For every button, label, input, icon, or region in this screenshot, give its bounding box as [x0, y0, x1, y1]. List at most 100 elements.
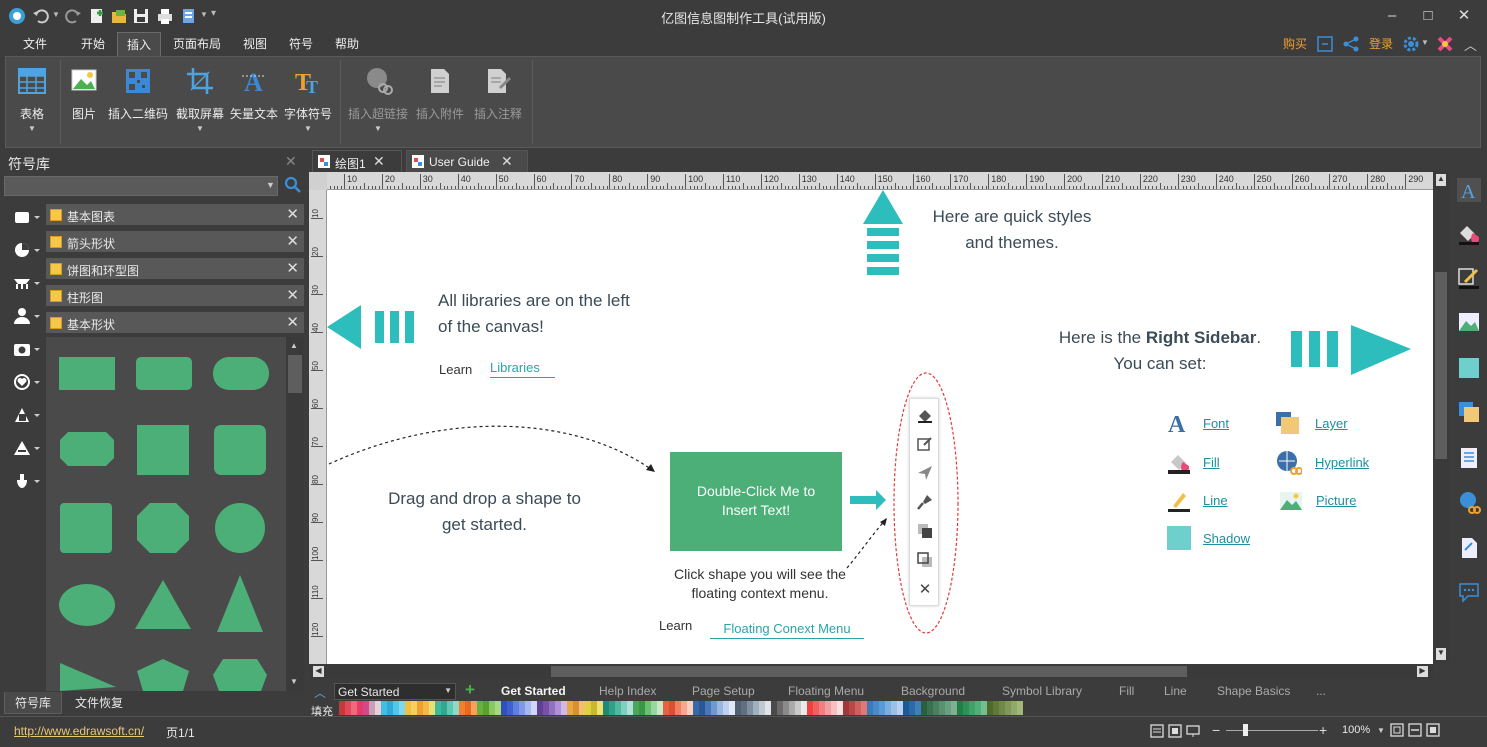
page-tab-symbol-library[interactable]: Symbol Library — [1002, 684, 1082, 698]
add-page-icon[interactable]: + — [465, 680, 475, 700]
share-icon[interactable] — [1342, 35, 1360, 53]
fit-width-icon[interactable] — [1408, 723, 1422, 737]
shape-gallery-scrollbar[interactable]: ▲ ▼ — [286, 337, 304, 691]
insert-table-button[interactable]: 表格 ▼ — [12, 62, 52, 142]
sidebar-page-icon[interactable] — [1457, 446, 1481, 470]
collapse-pages-icon[interactable]: ︿ — [314, 684, 326, 701]
close-category-icon[interactable]: ✕ — [286, 259, 299, 277]
insert-hyperlink-button[interactable]: 插入超链接 ▼ — [346, 62, 410, 142]
menu-symbol[interactable]: 符号 — [282, 32, 320, 56]
menu-view[interactable]: 视图 — [236, 32, 274, 56]
sidebar-comment-icon[interactable] — [1457, 580, 1481, 604]
feedback-icon[interactable] — [1316, 35, 1334, 53]
send-back-icon[interactable] — [917, 552, 933, 568]
menu-start[interactable]: 开始 — [72, 32, 114, 56]
doc-tab-drawing1[interactable]: 绘图1 ✕ — [312, 150, 402, 172]
delete-x-icon[interactable]: ✕ — [917, 582, 933, 598]
category-arrows-icon[interactable] — [10, 272, 44, 294]
minimize-button[interactable]: – — [1381, 6, 1403, 26]
scroll-down-icon[interactable]: ▼ — [1436, 648, 1446, 660]
close-category-icon[interactable]: ✕ — [286, 232, 299, 250]
line-style-icon[interactable] — [917, 436, 933, 452]
website-link[interactable]: http://www.edrawsoft.cn/ — [14, 724, 144, 738]
page-tab-page-setup[interactable]: Page Setup — [692, 684, 755, 698]
menu-help[interactable]: 帮助 — [328, 32, 366, 56]
insert-image-button[interactable]: 图片 — [66, 62, 102, 142]
scroll-down-icon[interactable]: ▼ — [290, 677, 298, 686]
color-swatch[interactable] — [1017, 701, 1023, 715]
library-category-row[interactable]: 基本形状 ✕ — [46, 312, 304, 334]
menu-file[interactable]: 文件 — [14, 32, 56, 56]
library-category-row[interactable]: 箭头形状 ✕ — [46, 231, 304, 253]
library-category-row[interactable]: 基本图表 ✕ — [46, 204, 304, 226]
bring-front-icon[interactable] — [917, 523, 933, 539]
category-tools-icon[interactable] — [10, 404, 44, 426]
page-tab-get-started[interactable]: Get Started — [501, 684, 566, 698]
close-category-icon[interactable]: ✕ — [286, 286, 299, 304]
vertical-scroll-thumb[interactable] — [1435, 272, 1447, 459]
menu-page-layout[interactable]: 页面布局 — [166, 32, 228, 56]
page-select-dropdown[interactable]: Get Started ▼ — [334, 683, 456, 700]
scroll-up-icon[interactable]: ▲ — [290, 341, 298, 350]
insert-attachment-button[interactable]: 插入附件 — [414, 62, 466, 142]
view-page-icon[interactable] — [1168, 724, 1182, 738]
scroll-thumb[interactable] — [288, 355, 302, 393]
insert-note-button[interactable]: 插入注释 — [472, 62, 524, 142]
settings-gear-icon[interactable] — [1402, 35, 1420, 53]
canvas-horizontal-scrollbar[interactable]: ◀ ▶ — [309, 664, 1433, 679]
close-category-icon[interactable]: ✕ — [286, 313, 299, 331]
category-people-icon[interactable] — [10, 305, 44, 327]
close-category-icon[interactable]: ✕ — [286, 205, 299, 223]
library-category-row[interactable]: 柱形图 ✕ — [46, 285, 304, 307]
sidebar-fill-icon[interactable] — [1457, 222, 1481, 246]
category-basic-shapes-icon[interactable] — [10, 206, 44, 228]
navigate-arrow-icon[interactable] — [917, 465, 933, 481]
category-pie-chart-icon[interactable] — [10, 239, 44, 261]
search-dropdown-icon[interactable]: ▼ — [266, 180, 275, 190]
color-palette-bar[interactable] — [309, 701, 1449, 715]
zoom-level[interactable]: 100% — [1342, 724, 1370, 736]
sidebar-font-icon[interactable]: A — [1457, 178, 1481, 202]
page-tab-line[interactable]: Line — [1164, 684, 1187, 698]
fit-page-icon[interactable] — [1390, 723, 1404, 737]
close-library-icon[interactable]: ✕ — [285, 153, 297, 170]
screenshot-button[interactable]: 截取屏幕 ▼ — [174, 62, 226, 142]
library-category-row[interactable]: 饼图和环型图 ✕ — [46, 258, 304, 280]
collapse-ribbon-icon[interactable]: ︿ — [1464, 35, 1477, 54]
buy-link[interactable]: 购买 — [1280, 32, 1310, 56]
font-symbol-button[interactable]: TT 字体符号 ▼ — [282, 62, 334, 142]
page-tab-floating-menu[interactable]: Floating Menu — [788, 684, 864, 698]
sidebar-shadow-icon[interactable] — [1457, 356, 1481, 380]
search-icon[interactable] — [284, 176, 302, 194]
page-tab-fill[interactable]: Fill — [1119, 684, 1134, 698]
category-camera-icon[interactable] — [10, 338, 44, 360]
canvas-vertical-scrollbar[interactable]: ▲ ▼ — [1433, 172, 1449, 663]
category-shapes-triangle-icon[interactable] — [10, 437, 44, 459]
close-window-button[interactable]: ✕ — [1453, 6, 1475, 26]
view-normal-icon[interactable] — [1150, 724, 1164, 738]
floating-menu-link[interactable]: Floating Conext Menu — [710, 621, 864, 639]
zoom-slider-thumb[interactable] — [1243, 724, 1248, 736]
zoom-out-icon[interactable]: − — [1212, 722, 1220, 738]
close-tab-icon[interactable]: ✕ — [501, 153, 513, 170]
library-search-input[interactable] — [4, 176, 278, 196]
zoom-slider-track[interactable] — [1226, 730, 1318, 731]
insert-qrcode-button[interactable]: 插入二维码 — [106, 62, 170, 142]
full-screen-icon[interactable] — [1426, 723, 1440, 737]
doc-tab-user-guide[interactable]: User Guide ✕ — [406, 150, 528, 172]
zoom-dropdown-icon[interactable]: ▼ — [1377, 726, 1385, 735]
sidebar-picture-icon[interactable] — [1457, 310, 1481, 334]
page-tab-more[interactable]: ... — [1316, 684, 1326, 698]
scroll-left-icon[interactable]: ◀ — [313, 666, 324, 677]
sidebar-hyperlink-icon[interactable] — [1457, 490, 1481, 514]
vector-text-button[interactable]: A 矢量文本 — [229, 62, 279, 142]
sidebar-line-icon[interactable] — [1457, 266, 1481, 290]
tab-symbol-library[interactable]: 符号库 — [4, 692, 62, 714]
theme-icon[interactable] — [1436, 35, 1454, 53]
tab-file-recovery[interactable]: 文件恢复 — [66, 692, 132, 714]
settings-dropdown-icon[interactable]: ▼ — [1421, 38, 1429, 47]
maximize-button[interactable]: □ — [1417, 6, 1439, 26]
login-link[interactable]: 登录 — [1366, 32, 1396, 56]
presentation-icon[interactable] — [1186, 724, 1200, 738]
scroll-right-icon[interactable]: ▶ — [1417, 666, 1428, 677]
